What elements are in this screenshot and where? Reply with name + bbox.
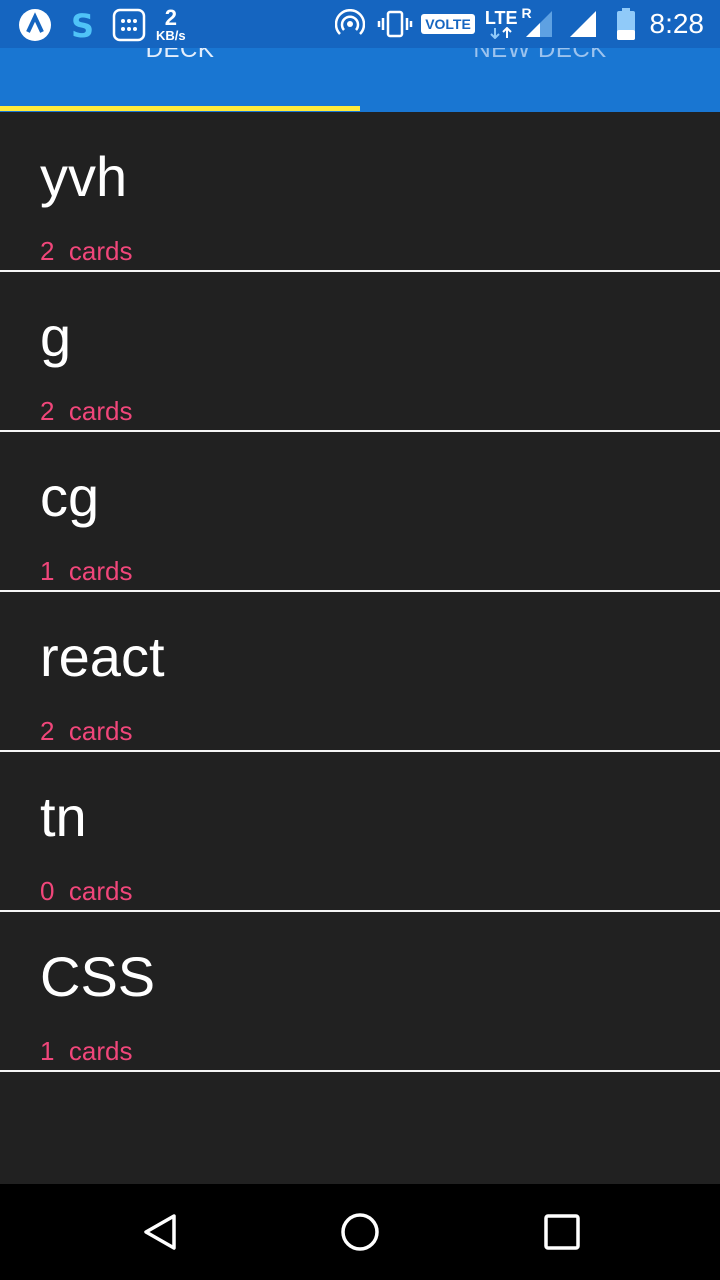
data-rate: 2 KB/s: [156, 5, 186, 43]
deck-count-number: 2: [40, 396, 55, 426]
deck-item[interactable]: tn 0 cards: [0, 752, 720, 912]
deck-count-number: 1: [40, 556, 55, 586]
lte-icon: LTE: [485, 9, 518, 39]
deck-count-suffix: cards: [68, 716, 133, 746]
data-rate-unit: KB/s: [156, 28, 186, 43]
deck-count-suffix: cards: [68, 236, 133, 266]
deck-item[interactable]: react 2 cards: [0, 592, 720, 752]
deck-item[interactable]: CSS 1 cards: [0, 912, 720, 1072]
deck-count-suffix: cards: [68, 876, 133, 906]
deck-item[interactable]: g 2 cards: [0, 272, 720, 432]
deck-card-count: 0 cards: [40, 876, 133, 907]
deck-card-count: 2 cards: [40, 396, 133, 427]
deck-item[interactable]: yvh 2 cards: [0, 112, 720, 272]
recents-icon[interactable]: [542, 1212, 582, 1257]
active-tab-indicator: [0, 106, 360, 111]
deck-item[interactable]: cg 1 cards: [0, 432, 720, 592]
deck-card-count: 2 cards: [40, 716, 133, 747]
deck-list: yvh 2 cards g 2 cards cg 1 cards react 2…: [0, 112, 720, 1072]
volte-label: VOLTE: [421, 14, 475, 34]
clock: 8:28: [649, 8, 705, 39]
deck-count-number: 2: [40, 716, 55, 746]
roaming-label: R: [521, 5, 532, 21]
deck-card-count: 1 cards: [40, 1036, 133, 1067]
home-icon[interactable]: [340, 1212, 380, 1257]
deck-count-number: 0: [40, 876, 55, 906]
svg-text:S: S: [71, 8, 94, 42]
deck-count-suffix: cards: [68, 396, 133, 426]
signal-roaming-icon: R: [522, 5, 554, 39]
deck-card-count: 1 cards: [40, 556, 133, 587]
deck-count-suffix: cards: [68, 556, 133, 586]
lte-label: LTE: [484, 8, 518, 28]
s-app-icon: S: [66, 8, 100, 42]
deck-title: tn: [40, 785, 87, 848]
app-a-icon: [18, 8, 52, 42]
deck-title: yvh: [40, 145, 128, 208]
deck-title: react: [40, 625, 165, 688]
hotspot-icon: [335, 9, 366, 39]
deck-title: cg: [40, 465, 100, 528]
status-bar: S 2 KB/s VOLTE LTE R 8:28: [0, 0, 720, 48]
deck-count-number: 2: [40, 236, 55, 266]
deck-card-count: 2 cards: [40, 236, 133, 267]
deck-count-number: 1: [40, 1036, 55, 1066]
calculator-icon: [112, 8, 146, 42]
battery-icon: [616, 8, 636, 40]
deck-count-suffix: cards: [68, 1036, 133, 1066]
deck-title: g: [40, 305, 72, 368]
volte-icon: VOLTE: [421, 14, 475, 34]
deck-title: CSS: [40, 945, 156, 1008]
data-rate-value: 2: [164, 5, 177, 30]
signal-icon: [566, 9, 598, 39]
vibrate-icon: [377, 9, 413, 39]
back-icon[interactable]: [140, 1212, 180, 1257]
navigation-bar: [0, 1184, 720, 1280]
